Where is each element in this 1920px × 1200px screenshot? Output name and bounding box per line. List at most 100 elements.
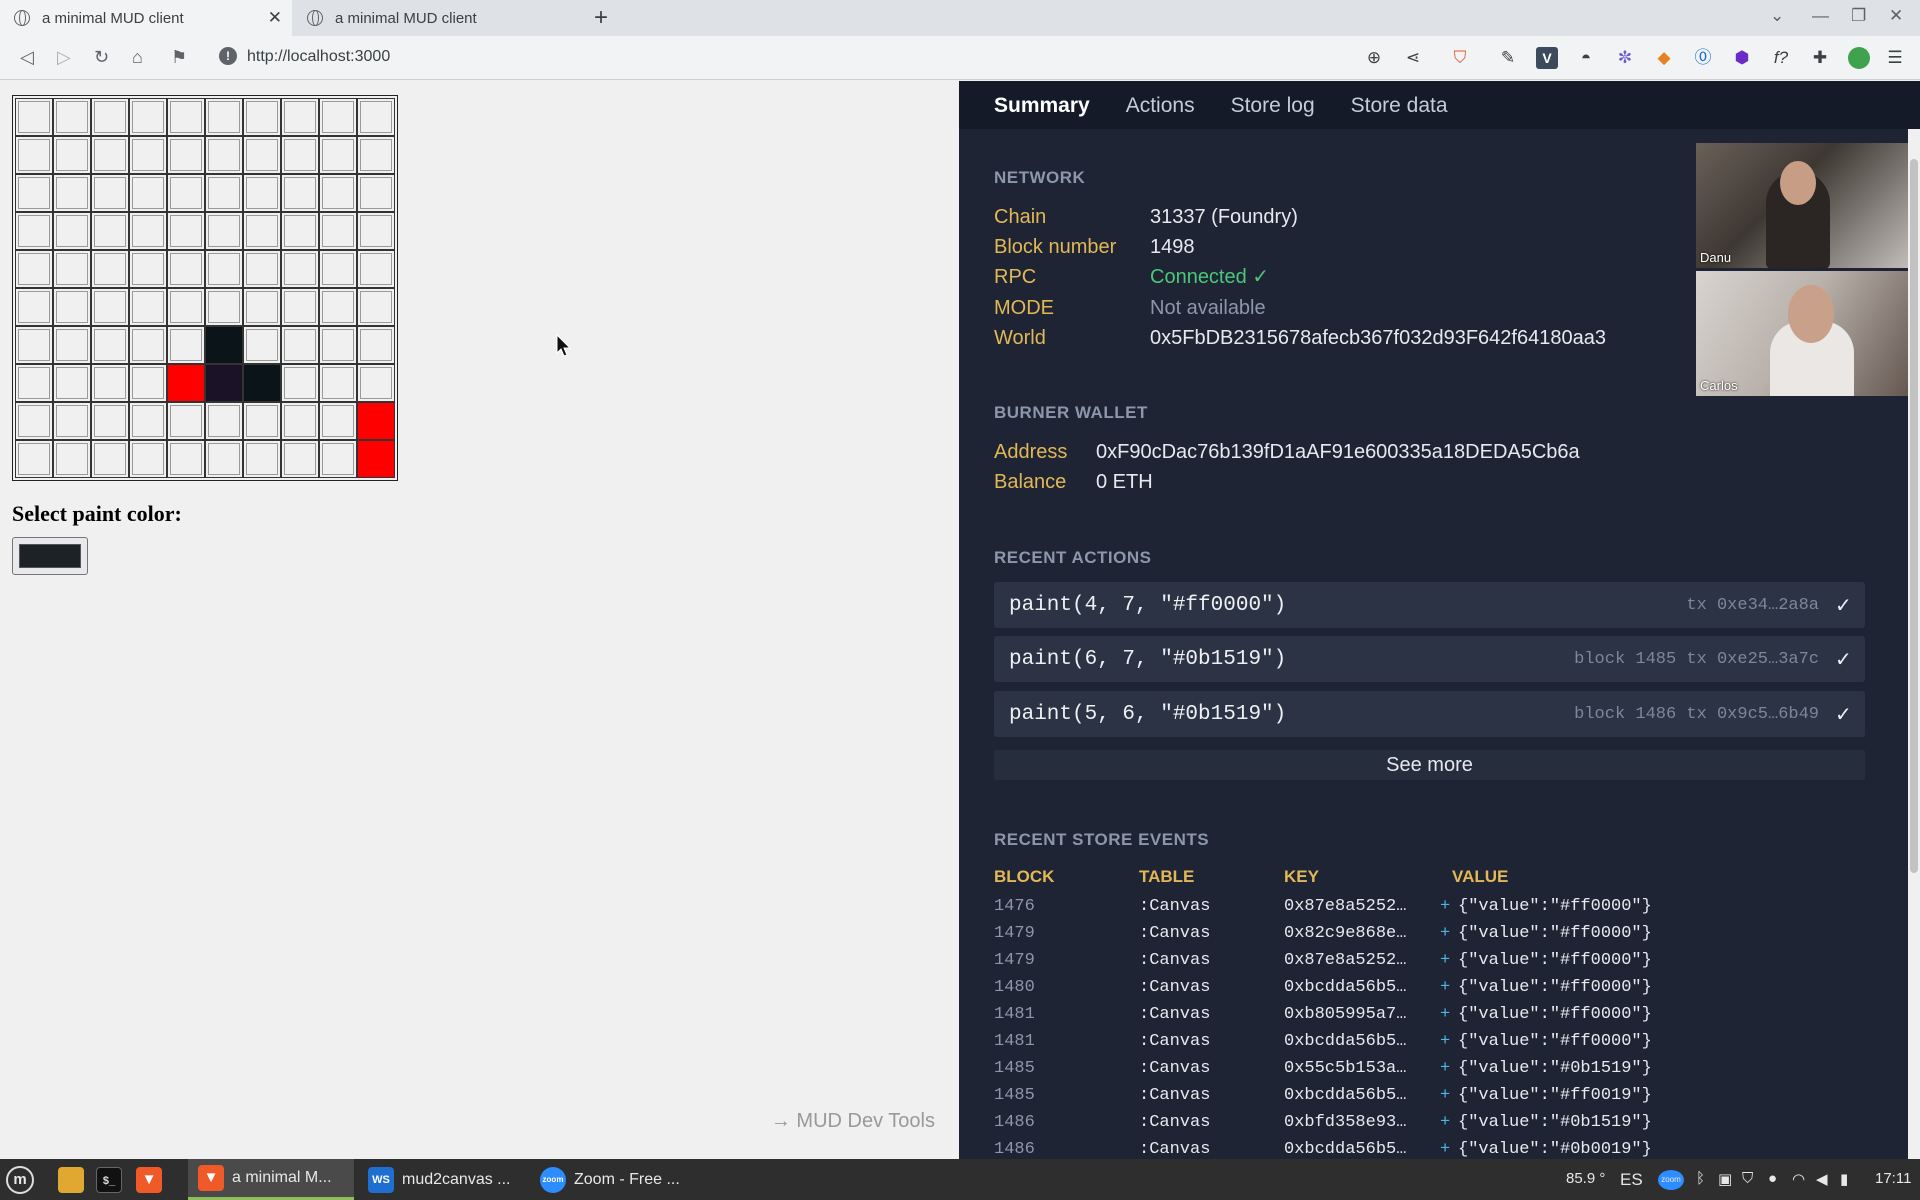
canvas-cell[interactable]	[243, 136, 281, 174]
canvas-cell[interactable]	[357, 250, 395, 288]
profile-avatar-icon[interactable]	[1848, 47, 1870, 69]
snowflake-extension-icon[interactable]: ✼	[1614, 47, 1636, 69]
canvas-cell[interactable]	[91, 212, 129, 250]
canvas-cell[interactable]	[357, 326, 395, 364]
canvas-cell[interactable]	[15, 212, 53, 250]
scrollbar-thumb[interactable]	[1910, 159, 1918, 873]
tab-summary[interactable]: Summary	[976, 81, 1108, 129]
canvas-cell[interactable]	[205, 440, 243, 478]
shield-tray-icon[interactable]: ⛉	[1742, 1170, 1753, 1187]
video-tile[interactable]: Danu	[1696, 143, 1920, 268]
canvas-cell[interactable]	[167, 440, 205, 478]
canvas-cell[interactable]	[243, 326, 281, 364]
canvas-cell[interactable]	[205, 364, 243, 402]
user-icon[interactable]: ●	[1768, 1170, 1777, 1187]
devtools-scrollbar[interactable]	[1908, 129, 1920, 1159]
canvas-cell[interactable]	[129, 288, 167, 326]
canvas-cell[interactable]	[243, 364, 281, 402]
canvas-cell[interactable]	[357, 174, 395, 212]
wallet-extension-icon[interactable]: ⬢	[1731, 47, 1753, 69]
canvas-cell[interactable]	[319, 402, 357, 440]
function-extension-icon[interactable]: f?	[1770, 47, 1792, 69]
canvas-cell[interactable]	[15, 136, 53, 174]
canvas-cell[interactable]	[129, 98, 167, 136]
metamask-icon[interactable]: ◆	[1653, 47, 1675, 69]
canvas-cell[interactable]	[357, 402, 395, 440]
canvas-cell[interactable]	[319, 174, 357, 212]
paint-color-picker[interactable]	[12, 537, 88, 575]
canvas-cell[interactable]	[91, 288, 129, 326]
keyboard-layout-indicator[interactable]: ES	[1620, 1170, 1643, 1190]
canvas-cell[interactable]	[281, 326, 319, 364]
volume-icon[interactable]: ◀	[1816, 1170, 1828, 1188]
canvas-cell[interactable]	[205, 136, 243, 174]
bookmark-icon[interactable]: ⚑	[171, 46, 187, 68]
close-tab-icon[interactable]: ✕	[268, 9, 282, 27]
action-row[interactable]: paint(4, 7, "#ff0000") tx 0xe34…2a8a ✓	[994, 582, 1865, 628]
canvas-cell[interactable]	[15, 364, 53, 402]
canvas-cell[interactable]	[53, 136, 91, 174]
wifi-icon[interactable]: ◠	[1792, 1170, 1805, 1188]
tab-store-data[interactable]: Store data	[1333, 81, 1466, 129]
bluetooth-icon[interactable]: ᛒ	[1696, 1170, 1705, 1187]
battery-icon[interactable]: ▮	[1840, 1170, 1848, 1188]
canvas-cell[interactable]	[205, 174, 243, 212]
taskbar-app-webstorm[interactable]: WS mud2canvas ...	[360, 1159, 526, 1200]
canvas-cell[interactable]	[281, 250, 319, 288]
action-row[interactable]: paint(6, 7, "#0b1519") block 1485 tx 0xe…	[994, 636, 1865, 682]
canvas-cell[interactable]	[319, 212, 357, 250]
canvas-cell[interactable]	[167, 250, 205, 288]
canvas-cell[interactable]	[15, 288, 53, 326]
canvas-cell[interactable]	[167, 136, 205, 174]
canvas-cell[interactable]	[53, 288, 91, 326]
start-menu-button[interactable]: m	[6, 1159, 42, 1200]
canvas-cell[interactable]	[243, 174, 281, 212]
canvas-cell[interactable]	[243, 98, 281, 136]
canvas-cell[interactable]	[91, 98, 129, 136]
canvas-cell[interactable]	[281, 402, 319, 440]
address-bar[interactable]: http://localhost:3000	[247, 48, 390, 66]
canvas-cell[interactable]	[319, 136, 357, 174]
canvas-cell[interactable]	[15, 98, 53, 136]
canvas-cell[interactable]	[167, 326, 205, 364]
clock[interactable]: 17:11	[1875, 1170, 1911, 1187]
brave-shield-icon[interactable]: ⛉	[1449, 47, 1471, 69]
files-launcher[interactable]	[58, 1159, 92, 1200]
canvas-cell[interactable]	[53, 326, 91, 364]
minimize-icon[interactable]: —	[1812, 6, 1829, 26]
canvas-cell[interactable]	[167, 288, 205, 326]
canvas-cell[interactable]	[167, 402, 205, 440]
video-call-overlay[interactable]: Danu Carlos	[1696, 143, 1920, 398]
canvas-cell[interactable]	[129, 212, 167, 250]
maximize-icon[interactable]: ❐	[1851, 6, 1866, 26]
canvas-cell[interactable]	[129, 440, 167, 478]
canvas-cell[interactable]	[15, 440, 53, 478]
video-tile[interactable]: Carlos	[1696, 271, 1920, 396]
brave-launcher[interactable]: ▼	[136, 1159, 170, 1200]
canvas-cell[interactable]	[91, 402, 129, 440]
canvas-cell[interactable]	[205, 402, 243, 440]
canvas-cell[interactable]	[281, 98, 319, 136]
canvas-cell[interactable]	[129, 136, 167, 174]
tab-actions[interactable]: Actions	[1108, 81, 1213, 129]
canvas-cell[interactable]	[53, 98, 91, 136]
canvas-cell[interactable]	[53, 402, 91, 440]
canvas-cell[interactable]	[167, 364, 205, 402]
clipboard-icon[interactable]: ▣	[1718, 1170, 1732, 1188]
browser-tab-1[interactable]: a minimal MUD client ✕	[0, 0, 292, 36]
canvas-cell[interactable]	[15, 174, 53, 212]
canvas-cell[interactable]	[53, 364, 91, 402]
canvas-cell[interactable]	[205, 288, 243, 326]
canvas-cell[interactable]	[281, 288, 319, 326]
helmet-extension-icon[interactable]: ◓	[1575, 47, 1597, 69]
site-info-icon[interactable]: !	[219, 47, 237, 65]
home-icon[interactable]: ⌂	[132, 46, 143, 68]
canvas-cell[interactable]	[91, 364, 129, 402]
canvas-cell[interactable]	[319, 364, 357, 402]
mud-devtools-link[interactable]: → MUD Dev Tools	[771, 1110, 935, 1133]
canvas-cell[interactable]	[53, 250, 91, 288]
canvas-cell[interactable]	[129, 250, 167, 288]
canvas-cell[interactable]	[319, 440, 357, 478]
forward-icon[interactable]: ▷	[57, 46, 71, 68]
canvas-cell[interactable]	[319, 326, 357, 364]
